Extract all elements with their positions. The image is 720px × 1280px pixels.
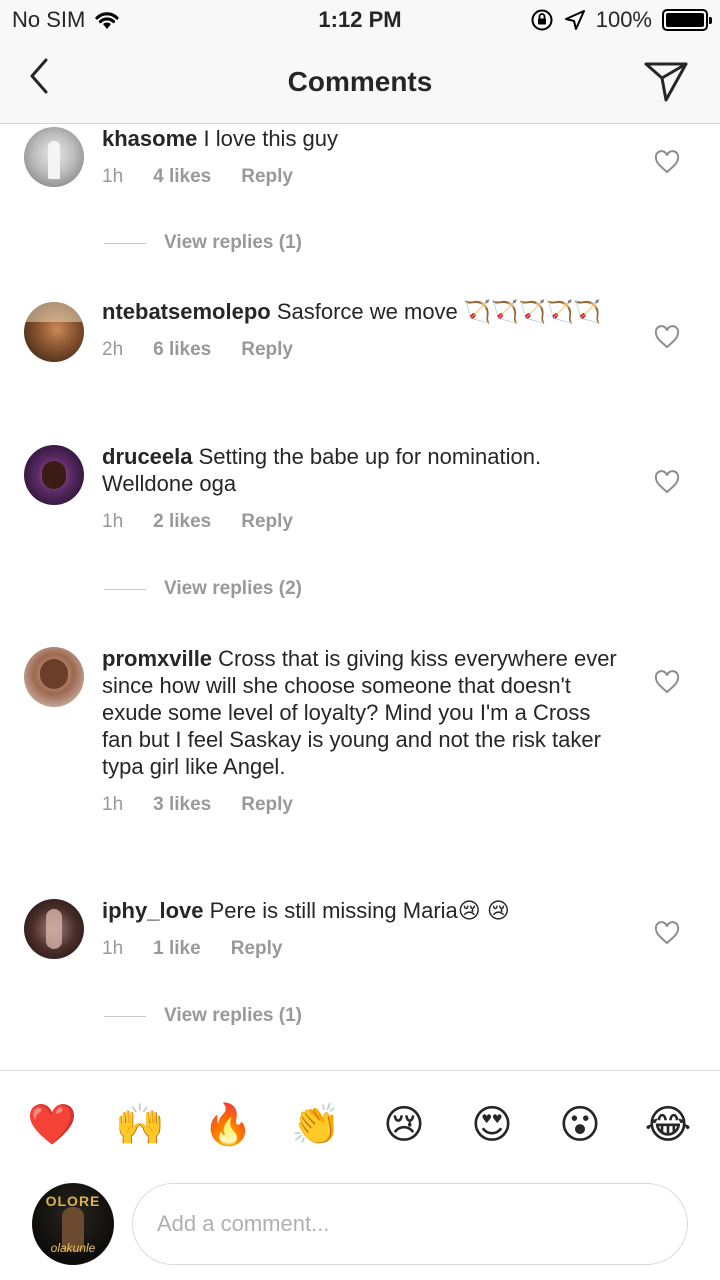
view-replies-button[interactable]: View replies (1) bbox=[104, 232, 302, 254]
divider bbox=[104, 1015, 146, 1017]
avatar[interactable] bbox=[24, 127, 84, 187]
comment-meta: 2h 6 likes Reply bbox=[102, 339, 617, 361]
battery-percent: 100% bbox=[595, 7, 652, 32]
comments-list[interactable]: khasome I love this guy 1h 4 likes Reply… bbox=[0, 125, 720, 1070]
comment-username[interactable]: khasome bbox=[102, 126, 197, 151]
like-heart-icon[interactable] bbox=[654, 670, 680, 694]
comment-username[interactable]: promxville bbox=[102, 646, 212, 671]
add-comment-input[interactable] bbox=[132, 1183, 688, 1265]
status-indicators: 100% bbox=[530, 7, 712, 33]
reply-button[interactable]: Reply bbox=[231, 938, 283, 960]
view-replies-button[interactable]: View replies (1) bbox=[104, 1005, 302, 1027]
comment-time: 1h bbox=[102, 511, 124, 532]
comment-time: 1h bbox=[102, 166, 124, 187]
reply-button[interactable]: Reply bbox=[241, 166, 293, 188]
my-avatar[interactable]: OLORE olakunle bbox=[32, 1183, 114, 1265]
orientation-lock-icon bbox=[531, 9, 553, 31]
comment-text: I love this guy bbox=[203, 126, 339, 151]
avatar[interactable] bbox=[24, 899, 84, 959]
emoji-raised-hands-button[interactable]: 🙌 bbox=[110, 1101, 170, 1148]
emoji-quick-bar: ❤️ 🙌 🔥 👏 😢 😍 😮 😂 bbox=[0, 1070, 720, 1178]
like-heart-icon[interactable] bbox=[654, 921, 680, 945]
emoji-cry-button[interactable]: 😢 bbox=[374, 1102, 434, 1148]
comment-likes[interactable]: 4 likes bbox=[153, 166, 211, 188]
view-replies-label: View replies (2) bbox=[164, 578, 302, 599]
emoji-laughing-button[interactable]: 😂 bbox=[638, 1102, 698, 1148]
comment-time: 1h bbox=[102, 794, 124, 815]
comment-text: Sasforce we move 🏹🏹🏹🏹🏹 bbox=[276, 299, 601, 324]
reply-button[interactable]: Reply bbox=[241, 794, 293, 816]
divider bbox=[104, 588, 146, 590]
emoji-heart-button[interactable]: ❤️ bbox=[22, 1101, 82, 1148]
nav-bar: Comments bbox=[0, 40, 720, 124]
view-replies-label: View replies (1) bbox=[164, 1005, 302, 1026]
avatar[interactable] bbox=[24, 445, 84, 505]
reply-button[interactable]: Reply bbox=[241, 511, 293, 533]
comment-composer: OLORE olakunle bbox=[0, 1178, 720, 1280]
like-heart-icon[interactable] bbox=[654, 470, 680, 494]
comment-meta: 1h 1 like Reply bbox=[102, 938, 617, 960]
comment-meta: 1h 4 likes Reply bbox=[102, 166, 617, 188]
comment-likes[interactable]: 3 likes bbox=[153, 794, 211, 816]
comment-meta: 1h 2 likes Reply bbox=[102, 511, 617, 533]
page-title: Comments bbox=[287, 66, 433, 97]
avatar[interactable] bbox=[24, 302, 84, 362]
emoji-surprised-button[interactable]: 😮 bbox=[550, 1102, 610, 1148]
view-replies-label: View replies (1) bbox=[164, 232, 302, 253]
like-heart-icon[interactable] bbox=[654, 150, 680, 174]
emoji-fire-button[interactable]: 🔥 bbox=[198, 1101, 258, 1148]
avatar[interactable] bbox=[24, 647, 84, 707]
view-replies-button[interactable]: View replies (2) bbox=[104, 578, 302, 600]
emoji-heart-eyes-button[interactable]: 😍 bbox=[462, 1102, 522, 1148]
comment-text: Pere is still missing Maria😢 😢 bbox=[209, 898, 510, 923]
divider bbox=[104, 242, 146, 244]
status-bar: No SIM 1:12 PM 100% bbox=[0, 0, 720, 40]
comment-likes[interactable]: 1 like bbox=[153, 938, 201, 960]
comment-username[interactable]: ntebatsemolepo bbox=[102, 299, 271, 324]
emoji-clap-button[interactable]: 👏 bbox=[286, 1101, 346, 1148]
like-heart-icon[interactable] bbox=[654, 325, 680, 349]
avatar-signature: olakunle bbox=[50, 1241, 96, 1255]
comment-time: 1h bbox=[102, 938, 124, 959]
reply-button[interactable]: Reply bbox=[241, 339, 293, 361]
battery-icon bbox=[662, 9, 712, 31]
comment-meta: 1h 3 likes Reply bbox=[102, 794, 617, 816]
comment-username[interactable]: druceela bbox=[102, 444, 193, 469]
direct-send-icon[interactable] bbox=[642, 56, 690, 104]
comment-likes[interactable]: 6 likes bbox=[153, 339, 211, 361]
comment-time: 2h bbox=[102, 339, 124, 360]
comment-likes[interactable]: 2 likes bbox=[153, 511, 211, 533]
comment-username[interactable]: iphy_love bbox=[102, 898, 203, 923]
location-arrow-icon bbox=[564, 10, 585, 30]
